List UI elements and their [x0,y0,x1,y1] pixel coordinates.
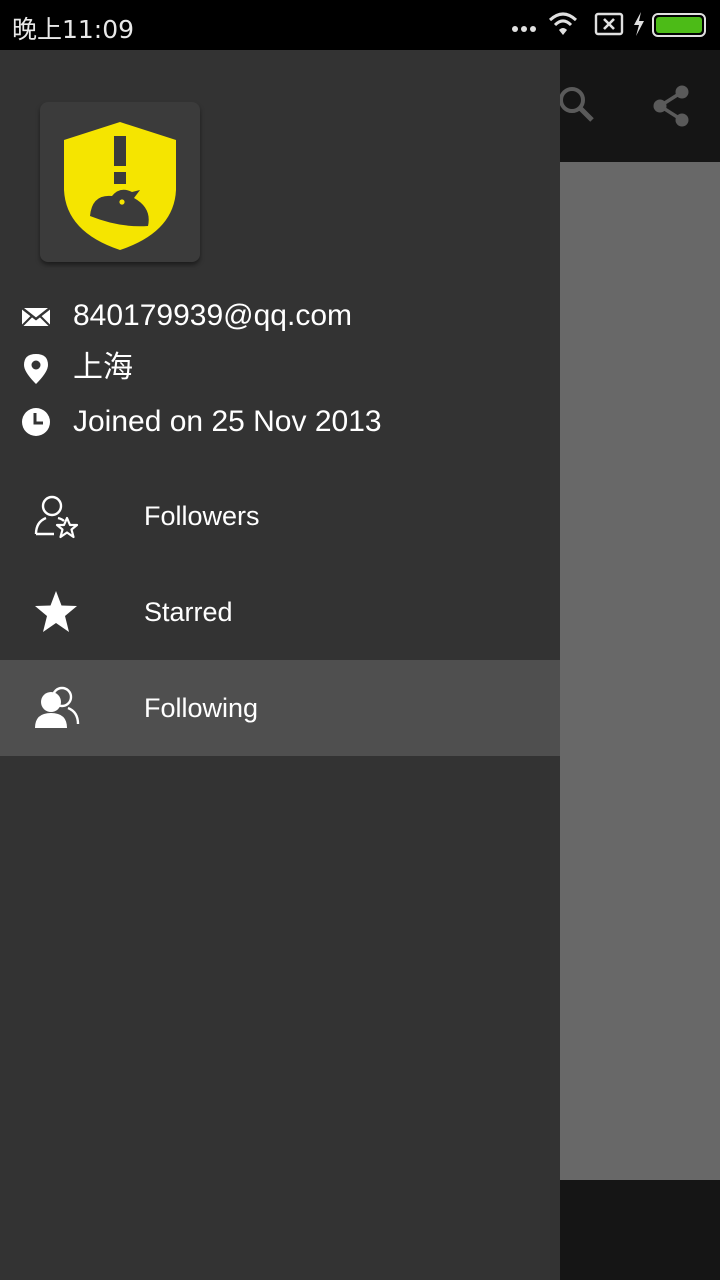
followers-icon [34,495,79,539]
profile-joined: Joined on 25 Nov 2013 [73,405,382,438]
following-icon [35,686,80,728]
wifi-icon [548,12,578,35]
profile-email[interactable]: 840179939@qq.com [73,298,352,334]
menu-item-followers[interactable]: Followers [0,468,560,564]
menu-label: Followers [144,501,260,531]
avatar[interactable] [40,102,200,262]
menu-label: Following [144,693,259,723]
clock-icon [22,408,50,436]
no-sim-icon [594,12,624,36]
status-bar: 晚上11:09 [0,0,720,50]
email-icon [21,307,51,327]
menu-item-starred[interactable]: Starred [0,564,560,660]
more-dots-icon [512,26,536,32]
profile-email-row: 840179939@qq.com [0,294,560,338]
charging-icon [634,12,644,36]
profile-location: 上海 [73,350,133,385]
location-pin-icon [24,354,48,384]
star-icon [35,591,77,632]
menu-label: Starred [144,597,233,627]
share-icon[interactable] [652,84,692,128]
profile-joined-row: Joined on 25 Nov 2013 [0,400,560,444]
profile-location-row: 上海 [0,346,560,390]
status-time: 晚上11:09 [12,15,135,44]
menu-item-following[interactable]: Following [0,660,560,756]
navigation-drawer: 840179939@qq.com 上海 Joined on 25 Nov 201… [0,50,560,1280]
search-icon[interactable] [556,84,596,124]
battery-icon [652,13,706,37]
shield-bird-icon [64,122,176,250]
status-icons [510,10,710,40]
background-content [560,162,720,1180]
